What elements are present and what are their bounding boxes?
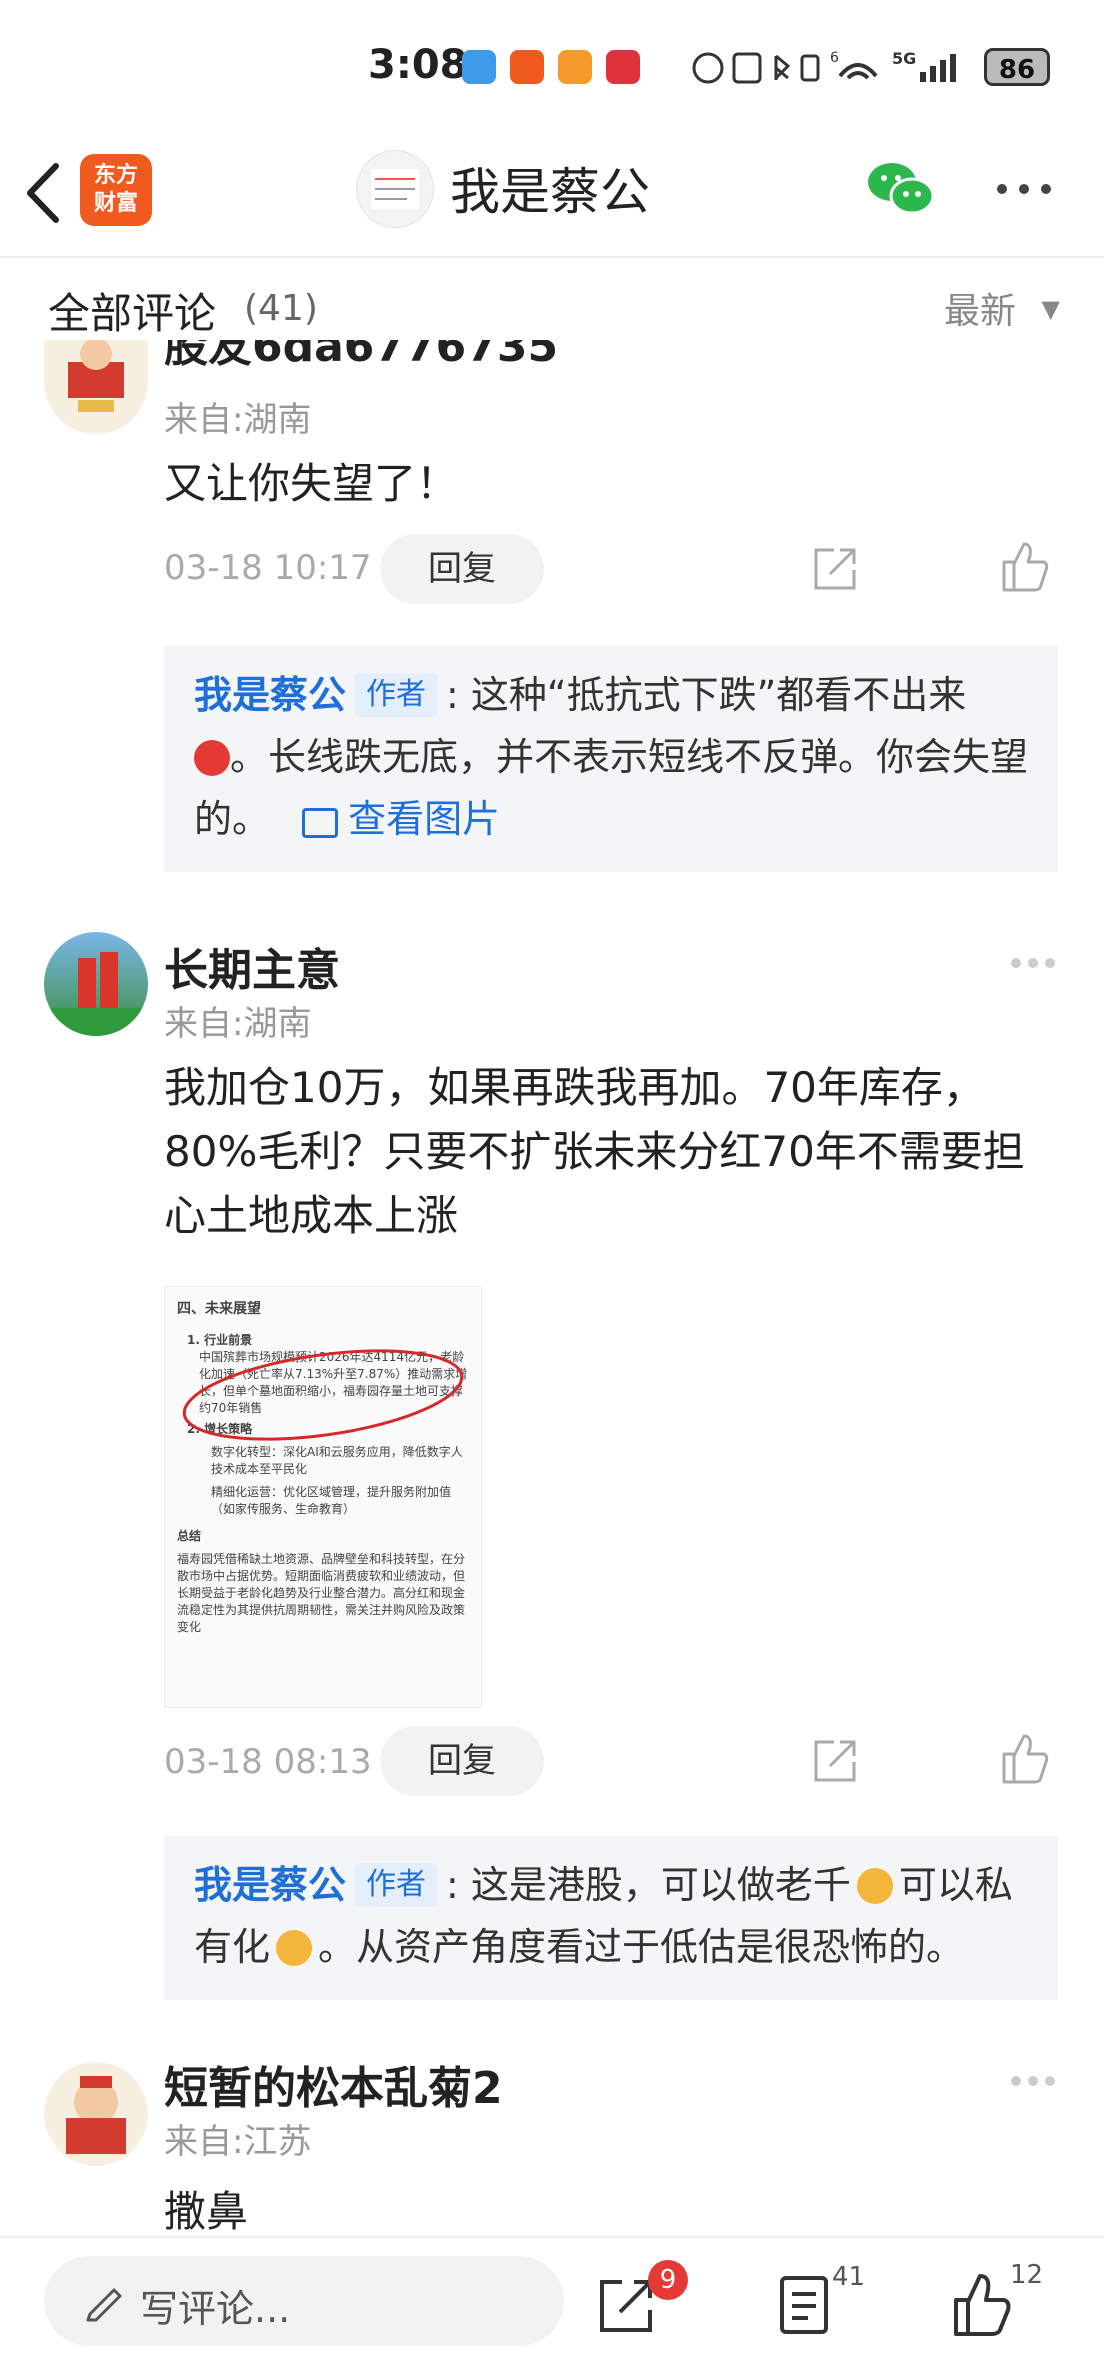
reply-button[interactable]: 回复 (380, 534, 544, 604)
comment-count: 41 (832, 2262, 866, 2292)
share-icon[interactable] (810, 1736, 860, 1786)
comment-content: 又让你失望了！ (164, 459, 459, 508)
author-tag: 作者 (354, 673, 439, 717)
share-icon[interactable] (810, 544, 860, 594)
nfc-n-icon (732, 52, 762, 84)
image-icon (302, 808, 339, 838)
comment-image[interactable]: 四、未来展望 1. 行业前景 中国殡葬市场规模预计2026年达4114亿元，老龄… (164, 1286, 482, 1708)
comments-count: (41) (244, 288, 318, 329)
author-avatar[interactable] (356, 150, 434, 228)
comment-location: 来自:湖南 (164, 400, 312, 440)
comment-content: 撒鼻 (164, 2187, 249, 2236)
write-comment-placeholder: 写评论... (140, 2287, 291, 2331)
avatar[interactable] (44, 932, 148, 1036)
wifi-label: 6 (830, 50, 839, 66)
comment-username[interactable]: 股友6da6776735 (164, 340, 558, 374)
image-summary-title: 总结 (177, 1529, 202, 1543)
sort-label: 最新 (944, 291, 1017, 332)
app-notification-icon (510, 50, 544, 84)
reply-text: : 这是港股，可以做老千 (446, 1863, 851, 1907)
reply-author[interactable]: 我是蔡公 (194, 1863, 346, 1907)
like-button-icon[interactable] (952, 2272, 1012, 2338)
comment-username[interactable]: 长期主意 (164, 934, 340, 998)
more-options-icon[interactable] (994, 182, 1054, 196)
image-bullet: 精细化运营：优化区域管理，提升服务附加值（如家传服务、生命教育） (211, 1485, 452, 1516)
like-icon[interactable] (1000, 540, 1050, 594)
pencil-icon (86, 2288, 122, 2322)
author-tag: 作者 (354, 1863, 439, 1907)
comment-location: 来自:江苏 (164, 2122, 312, 2162)
sort-dropdown[interactable]: 最新 ▼ (944, 282, 1060, 334)
signal-icon (950, 54, 956, 82)
image-heading: 四、未来展望 (177, 1301, 261, 1317)
comment-time: 03-18 10:17 (164, 548, 372, 588)
app-notification-icon (462, 50, 496, 84)
nfc-icon (692, 52, 724, 84)
share-button-icon[interactable] (596, 2276, 656, 2336)
status-icons: 6 5G (692, 49, 956, 84)
sweat-emoji-icon (276, 1930, 313, 1966)
write-comment-input[interactable]: 写评论... (44, 2256, 564, 2346)
avatar[interactable] (44, 2062, 148, 2166)
comment-content: 我加仓10万，如果再跌我再加。70年库存，80%毛利？只要不扩张未来分红70年不… (164, 1063, 1025, 1240)
app-logo[interactable]: 东方 财富 (80, 154, 152, 226)
vibrate-icon (800, 54, 820, 82)
battery-indicator: 86 (984, 48, 1050, 86)
bottom-bar: 写评论... 9 41 12 (0, 2236, 1104, 2378)
network-label: 5G (892, 49, 916, 68)
comments-title: 全部评论 (48, 289, 217, 338)
bluetooth-icon (774, 54, 791, 80)
comment-time: 03-18 08:13 (164, 1742, 372, 1782)
thinking-emoji-icon (856, 1868, 893, 1904)
back-icon[interactable] (22, 160, 62, 226)
image-bullet: 数字化转型：深化AI和云服务应用，降低数字人技术成本至平民化 (211, 1445, 463, 1476)
caret-down-icon: ▼ (1041, 295, 1060, 323)
comment-more-icon[interactable] (1010, 956, 1056, 970)
angry-emoji-icon (194, 740, 230, 776)
like-icon[interactable] (1000, 1732, 1050, 1786)
view-image-link[interactable]: 查看图片 (302, 797, 500, 841)
comment-clip: 股友6da6776735 (0, 340, 1104, 380)
like-count: 12 (1010, 2260, 1044, 2290)
status-time: 3:08 (368, 42, 468, 88)
comment-location: 来自:湖南 (164, 1004, 312, 1044)
app-notification-icon (558, 50, 592, 84)
reply-author[interactable]: 我是蔡公 (194, 673, 346, 717)
view-image-label: 查看图片 (348, 797, 501, 841)
reply-text: 。从资产角度看过于低估是很恐怖的。 (318, 1925, 965, 1969)
comment-username[interactable]: 短暂的松本乱菊2 (164, 2052, 503, 2116)
reply-button[interactable]: 回复 (380, 1726, 544, 1796)
author-reply: 我是蔡公 作者: 这是港股，可以做老千 可以私有化 。从资产角度看过于低估是很恐怖的。 (164, 1836, 1058, 2000)
share-badge: 9 (648, 2260, 688, 2300)
wechat-share-icon[interactable] (866, 158, 936, 218)
comment-more-icon[interactable] (1010, 2074, 1056, 2088)
page-title: 我是蔡公 (450, 163, 650, 221)
author-reply: 我是蔡公 作者: 这种“抵抗式下跌”都看不出来 。长线跌无底，并不表示短线不反弹。… (164, 646, 1058, 872)
reply-text: : 这种“抵抗式下跌”都看不出来 (446, 673, 967, 717)
avatar[interactable] (44, 340, 148, 434)
image-summary-text: 福寿园凭借稀缺土地资源、品牌壁垒和科技转型，在分散市场中占据优势。短期面临消费疲… (177, 1552, 466, 1634)
app-notification-icon (606, 50, 640, 84)
comments-icon[interactable] (778, 2274, 830, 2336)
red-circle-annotation (182, 1349, 464, 1441)
